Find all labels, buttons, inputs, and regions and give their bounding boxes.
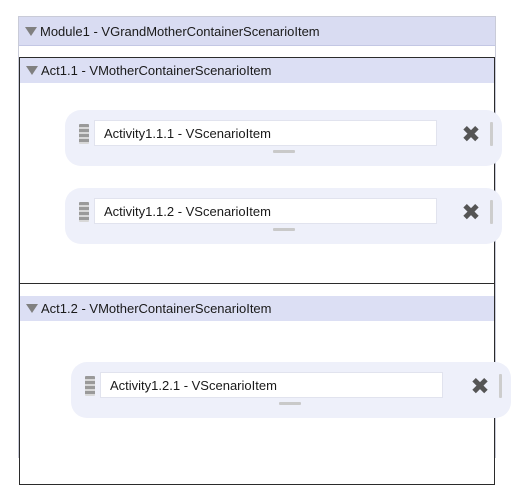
drag-handle-icon[interactable]: [79, 124, 89, 144]
act-container: Act1.2 - VMotherContainerScenarioItem Ac…: [19, 283, 511, 485]
collapse-triangle-icon[interactable]: [26, 66, 38, 75]
drag-handle-icon[interactable]: [85, 376, 95, 396]
activity-name-field[interactable]: Activity1.2.1 - VScenarioItem: [100, 372, 443, 398]
module-title: Module1 - VGrandMotherContainerScenarioI…: [40, 23, 320, 39]
act-header[interactable]: Act1.1 - VMotherContainerScenarioItem: [20, 58, 494, 83]
resize-handle-icon[interactable]: [273, 150, 295, 153]
act-container: Act1.1 - VMotherContainerScenarioItem Ac…: [19, 57, 502, 294]
collapse-triangle-icon[interactable]: [25, 26, 37, 36]
resize-handle-icon[interactable]: [273, 228, 295, 231]
close-icon: ✖: [461, 199, 481, 226]
act-title: Act1.1 - VMotherContainerScenarioItem: [41, 63, 272, 78]
act-title: Act1.2 - VMotherContainerScenarioItem: [41, 301, 272, 316]
delete-button[interactable]: ✖: [458, 199, 484, 226]
drag-handle-icon[interactable]: [79, 202, 89, 222]
collapse-triangle-icon[interactable]: [26, 304, 38, 313]
activity-name-field[interactable]: Activity1.1.1 - VScenarioItem: [94, 120, 437, 146]
resize-handle-icon[interactable]: [279, 402, 301, 405]
resize-bar-icon[interactable]: [499, 374, 502, 398]
module-container: Module1 - VGrandMotherContainerScenarioI…: [18, 16, 511, 485]
activity-item[interactable]: Activity1.2.1 - VScenarioItem ✖: [71, 362, 511, 418]
activity-label: Activity1.1.2 - VScenarioItem: [104, 203, 271, 219]
activity-name-field[interactable]: Activity1.1.2 - VScenarioItem: [94, 198, 437, 224]
activity-label: Activity1.2.1 - VScenarioItem: [110, 377, 277, 393]
resize-bar-icon[interactable]: [490, 122, 493, 146]
activity-item[interactable]: Activity1.1.1 - VScenarioItem ✖: [65, 110, 502, 166]
delete-button[interactable]: ✖: [467, 373, 493, 400]
resize-bar-icon[interactable]: [490, 200, 493, 224]
activity-item[interactable]: Activity1.1.2 - VScenarioItem ✖: [65, 188, 502, 244]
close-icon: ✖: [461, 121, 481, 148]
activity-label: Activity1.1.1 - VScenarioItem: [104, 125, 271, 141]
module-header[interactable]: Module1 - VGrandMotherContainerScenarioI…: [19, 17, 495, 46]
delete-button[interactable]: ✖: [458, 121, 484, 148]
close-icon: ✖: [470, 373, 490, 400]
act-header[interactable]: Act1.2 - VMotherContainerScenarioItem: [20, 296, 494, 321]
